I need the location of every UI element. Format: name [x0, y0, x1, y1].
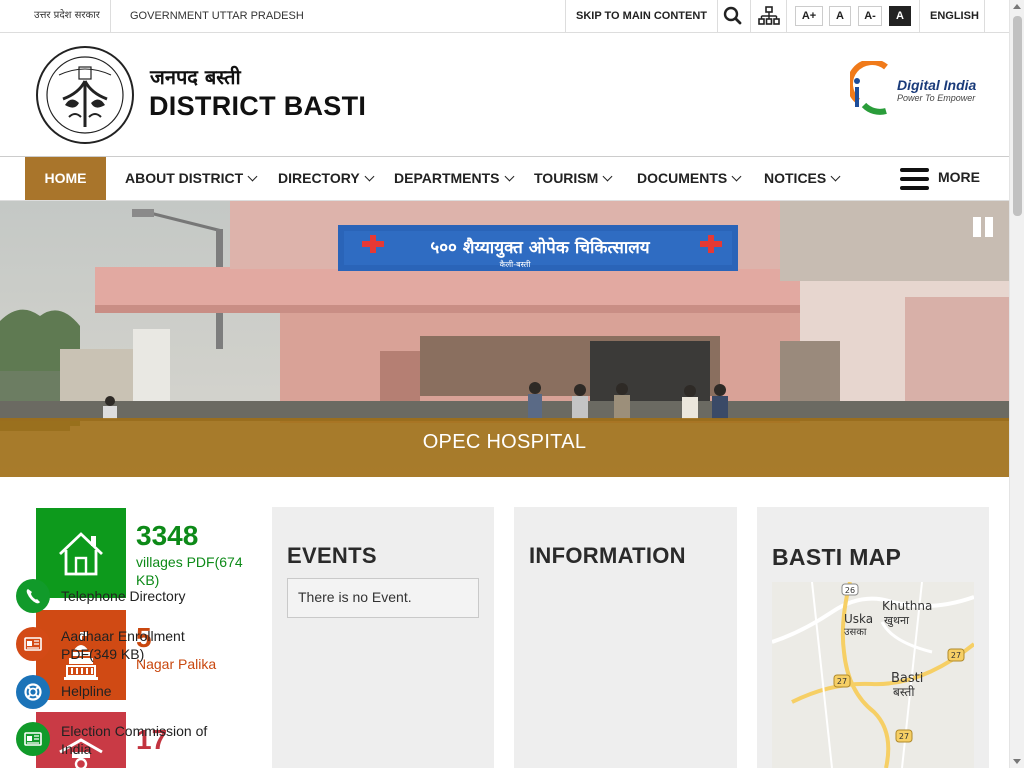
top-utility-bar: उत्तर प्रदेश सरकार GOVERNMENT UTTAR PRAD…: [0, 0, 1009, 33]
chevron-down-icon: [364, 171, 375, 182]
id-card-icon: [16, 722, 50, 756]
font-decrease-button[interactable]: A-: [858, 6, 882, 26]
main-navigation: HOME ABOUT DISTRICT DIRECTORY DEPARTMENT…: [0, 157, 1009, 201]
map-place-label: Basti: [891, 671, 923, 686]
language-selector[interactable]: ENGLISH: [919, 0, 985, 32]
scroll-up-arrow-icon[interactable]: [1013, 4, 1021, 9]
map-place-label-hindi: बस्ती: [893, 685, 915, 699]
information-card: INFORMATION: [514, 507, 737, 768]
site-title[interactable]: DISTRICT BASTI: [149, 91, 366, 122]
up-state-emblem-logo[interactable]: [35, 45, 135, 145]
nav-label: NOTICES: [764, 170, 827, 186]
high-contrast-button[interactable]: A: [889, 6, 911, 26]
chevron-down-icon: [504, 171, 514, 182]
scrollbar-thumb[interactable]: [1013, 16, 1022, 216]
lifebuoy-icon: [16, 675, 50, 709]
nav-label: ABOUT DISTRICT: [125, 170, 244, 186]
page-scrollbar[interactable]: [1009, 0, 1024, 768]
events-card: EVENTS There is no Event.: [272, 507, 494, 768]
slide-caption: OPEC HOSPITAL: [0, 418, 1009, 477]
nav-label: DOCUMENTS: [637, 170, 728, 186]
nav-documents[interactable]: DOCUMENTS: [637, 157, 742, 200]
info-item-label[interactable]: Helpline: [61, 682, 211, 700]
site-title-hindi[interactable]: जनपद बस्ती: [150, 63, 241, 90]
nav-tourism[interactable]: TOURISM: [534, 157, 613, 200]
map-title: BASTI MAP: [772, 544, 902, 570]
scroll-down-arrow-icon[interactable]: [1013, 759, 1021, 764]
id-card-icon: [16, 627, 50, 661]
stat-number: 3348: [136, 520, 199, 551]
map-place-label-hindi: खुथना: [884, 614, 909, 627]
nav-about-district[interactable]: ABOUT DISTRICT: [125, 157, 258, 200]
map-place-label-hindi: उसका: [844, 627, 867, 638]
map-route-badge: 27: [899, 732, 909, 741]
nav-directory[interactable]: DIRECTORY: [278, 157, 375, 200]
events-empty-message: There is no Event.: [287, 578, 479, 618]
hospital-sign-subtext: कैली-बस्ती: [500, 259, 532, 269]
state-gov-link[interactable]: GOVERNMENT UTTAR PRADESH: [120, 0, 314, 32]
digital-india-title: Digital India: [897, 77, 977, 93]
nav-label: TOURISM: [534, 170, 599, 186]
map-route-badge: 27: [951, 651, 961, 660]
chevron-down-icon: [602, 171, 613, 182]
skip-to-main-content-link[interactable]: SKIP TO MAIN CONTENT: [565, 0, 718, 32]
info-item-label[interactable]: Telephone Directory: [61, 587, 211, 605]
map-place-label: Khuthna: [882, 599, 932, 613]
stat-label[interactable]: villages PDF(674 KB): [136, 553, 261, 589]
phone-icon: [16, 579, 50, 613]
chevron-down-icon: [731, 171, 742, 182]
info-item-label[interactable]: Aadhaar Enrollment PDF(349 KB): [61, 627, 211, 663]
digital-india-tagline: Power To Empower: [897, 93, 976, 103]
nav-more-button[interactable]: MORE: [938, 157, 980, 197]
stat-villages[interactable]: 3348 villages PDF(674 KB): [36, 508, 266, 598]
information-title: INFORMATION: [529, 543, 686, 568]
hospital-sign-text: ५०० शैय्यायुक्त ओपेक चिकित्सालय: [430, 237, 650, 258]
hamburger-menu-icon[interactable]: [900, 168, 929, 190]
site-header: जनपद बस्ती DISTRICT BASTI Digital India …: [0, 33, 1009, 157]
nav-departments[interactable]: DEPARTMENTS: [394, 157, 514, 200]
map-route-badge: 26: [845, 586, 855, 595]
nav-label: DEPARTMENTS: [394, 170, 500, 186]
search-icon[interactable]: [715, 0, 751, 32]
font-normal-button[interactable]: A: [829, 6, 851, 26]
chevron-down-icon: [247, 171, 258, 182]
map-place-label: Uska: [844, 612, 873, 626]
chevron-down-icon: [830, 171, 841, 182]
events-title: EVENTS: [287, 543, 377, 568]
map-route-badge: 27: [837, 677, 847, 686]
state-gov-hindi-link[interactable]: उत्तर प्रदेश सरकार: [24, 0, 111, 32]
font-increase-button[interactable]: A+: [795, 6, 823, 26]
info-item-label[interactable]: Election Commission of India: [61, 722, 211, 758]
slider-pause-icon[interactable]: [973, 217, 995, 237]
nav-notices[interactable]: NOTICES: [764, 157, 841, 200]
nav-label: DIRECTORY: [278, 170, 360, 186]
nav-home[interactable]: HOME: [25, 157, 106, 200]
sitemap-icon[interactable]: [751, 0, 787, 32]
basti-map[interactable]: 26 27 27 27 Khuthna खुथना Uska उसका Bast…: [772, 582, 974, 768]
